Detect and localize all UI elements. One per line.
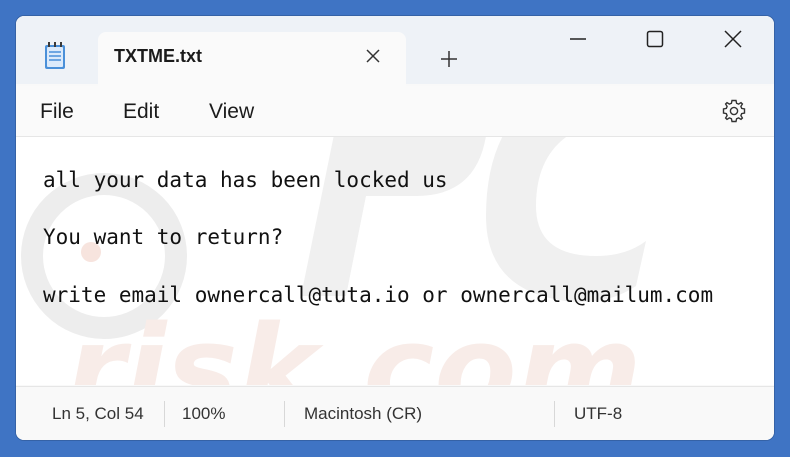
status-divider (164, 401, 165, 427)
menu-bar: File Edit View (16, 86, 774, 137)
tab-txtme[interactable]: TXTME.txt (98, 32, 406, 86)
menu-file[interactable]: File (40, 100, 74, 124)
tab-close-icon[interactable] (358, 41, 388, 71)
encoding[interactable]: UTF-8 (574, 404, 622, 424)
editor-line-3: write email ownercall@tuta.io or ownerca… (43, 283, 714, 307)
notepad-window: TXTME.txt File Edit View risk.com all yo… (16, 16, 774, 440)
menu-edit[interactable]: Edit (123, 100, 159, 124)
window-close-icon[interactable] (713, 24, 753, 54)
title-bar: TXTME.txt (16, 16, 774, 86)
text-editor[interactable]: risk.com all your data has been locked u… (16, 137, 774, 385)
status-divider (284, 401, 285, 427)
cursor-position[interactable]: Ln 5, Col 54 (52, 404, 144, 424)
tab-title: TXTME.txt (114, 46, 202, 66)
editor-line-1: all your data has been locked us (43, 168, 448, 192)
line-ending[interactable]: Macintosh (CR) (304, 404, 422, 424)
zoom-level[interactable]: 100% (182, 404, 225, 424)
status-bar: Ln 5, Col 54 100% Macintosh (CR) UTF-8 (16, 386, 774, 440)
svg-text:risk.com: risk.com (66, 301, 642, 385)
status-divider (554, 401, 555, 427)
menu-view[interactable]: View (209, 100, 254, 124)
notepad-app-icon (44, 42, 66, 70)
editor-line-2: You want to return? (43, 225, 284, 249)
maximize-icon[interactable] (635, 24, 675, 54)
minimize-icon[interactable] (558, 24, 598, 54)
settings-gear-icon[interactable] (719, 96, 749, 126)
new-tab-plus-icon[interactable] (434, 44, 464, 74)
